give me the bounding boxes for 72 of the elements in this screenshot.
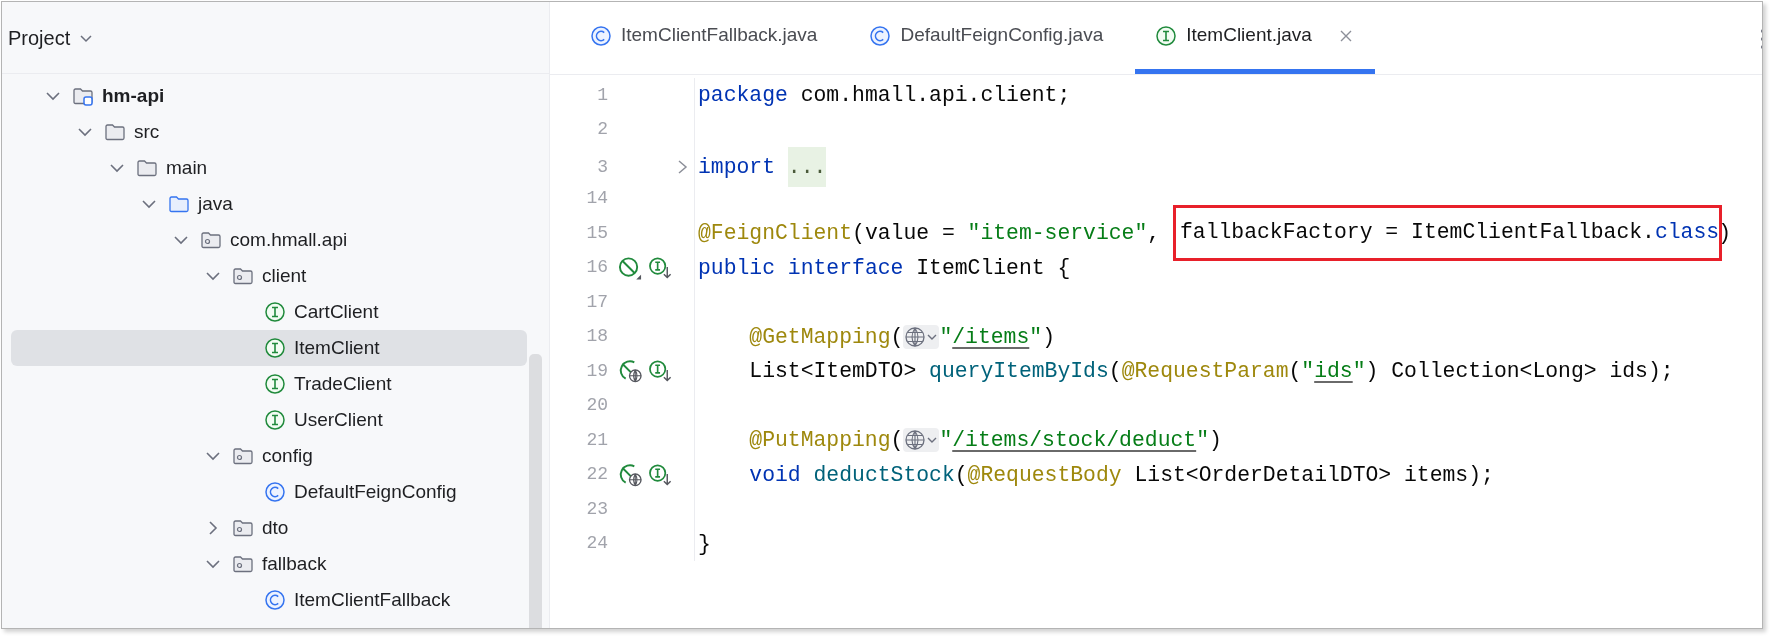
globe-leaf-icon[interactable]	[618, 462, 643, 487]
line-number: 24	[585, 532, 608, 556]
code-line: void deductStock(@RequestBody List<OrderDetailDTO> items);	[694, 457, 1762, 492]
package-folder-icon	[232, 445, 254, 467]
line-number: 2	[596, 118, 608, 142]
tree-item[interactable]: dto	[11, 510, 527, 546]
tree-item[interactable]: config	[11, 438, 527, 474]
interface-icon	[264, 337, 286, 359]
package-folder-icon	[232, 265, 254, 287]
tree-item[interactable]: src	[11, 114, 527, 150]
module-folder-icon	[72, 85, 94, 107]
code-line: package com.hmall.api.client;	[694, 78, 1762, 113]
line-number: 15	[585, 221, 608, 245]
code-line: public interface ItemClient {	[694, 250, 1762, 285]
line-number: 22	[585, 463, 608, 487]
line-number: 3	[596, 155, 608, 179]
globe-icon[interactable]	[903, 428, 940, 453]
editor-tab[interactable]: ItemClient.java	[1135, 2, 1375, 74]
code-text: @PutMapping(	[748, 427, 904, 455]
highlight-box: fallbackFactory = ItemClientFallback.class	[1173, 205, 1723, 262]
line-number: 1	[596, 83, 608, 107]
package-folder-icon	[232, 553, 254, 575]
tree-item[interactable]: java	[11, 186, 527, 222]
line-number: 17	[585, 290, 608, 314]
code-text: @FeignClient(value = "item-service",	[698, 220, 1162, 248]
close-icon[interactable]	[1338, 28, 1353, 43]
tree-item[interactable]: com.hmall.api	[11, 222, 527, 258]
line-number: 14	[585, 187, 608, 211]
folder-icon	[136, 157, 158, 179]
folder-icon	[168, 193, 190, 215]
code-text: "/items/stock/deduct")	[939, 427, 1222, 455]
editor-tab[interactable]: ItemClientFallback.java	[570, 2, 840, 74]
tree-item[interactable]: CartClient	[11, 294, 527, 330]
globe-icon[interactable]	[903, 324, 940, 349]
editor-tab[interactable]: DefaultFeignConfig.java	[849, 2, 1126, 74]
class-icon	[590, 24, 612, 47]
panel-title[interactable]: Project	[8, 22, 71, 53]
line-number: 16	[585, 256, 608, 280]
line-number: 20	[585, 394, 608, 418]
scrollbar-thumb[interactable]	[529, 354, 542, 628]
interface-icon	[264, 373, 286, 395]
tree-item[interactable]: main	[11, 150, 527, 186]
line-number: 23	[585, 497, 608, 521]
code-text: @GetMapping(	[748, 323, 904, 351]
tree-item[interactable]: hm-api	[11, 78, 527, 114]
globe-leaf-icon[interactable]	[618, 359, 643, 384]
interface-icon	[1155, 24, 1178, 47]
implementation-icon[interactable]	[648, 462, 672, 487]
tree-item[interactable]: DefaultFeignConfig	[11, 474, 527, 510]
implementation-icon[interactable]	[648, 255, 672, 280]
folder-icon	[104, 121, 126, 143]
line-number: 21	[585, 428, 608, 452]
code-line: import ...	[694, 147, 1762, 188]
tree-item[interactable]: client	[11, 258, 527, 294]
code-text: "/items")	[939, 323, 1055, 351]
class-icon	[264, 589, 286, 611]
interface-icon	[264, 409, 286, 431]
class-icon	[264, 481, 286, 503]
package-folder-icon	[200, 229, 222, 251]
line-number: 18	[585, 325, 608, 349]
implementation-icon[interactable]	[648, 359, 672, 384]
code-line: List<ItemDTO> queryItemByIds(@RequestParam("ids") Collection<Long> ids);	[694, 354, 1762, 389]
line-number: 19	[585, 359, 608, 383]
tree-item[interactable]: ItemClientFallback	[11, 582, 527, 618]
tree-item[interactable]: ItemClient	[11, 330, 527, 366]
package-folder-icon	[232, 517, 254, 539]
tree-item[interactable]: TradeClient	[11, 366, 527, 402]
interface-icon	[264, 301, 286, 323]
class-icon	[869, 24, 892, 47]
code-line: }	[694, 526, 1762, 561]
tree-item[interactable]: fallback	[11, 546, 527, 582]
tree-item[interactable]: UserClient	[11, 402, 527, 438]
